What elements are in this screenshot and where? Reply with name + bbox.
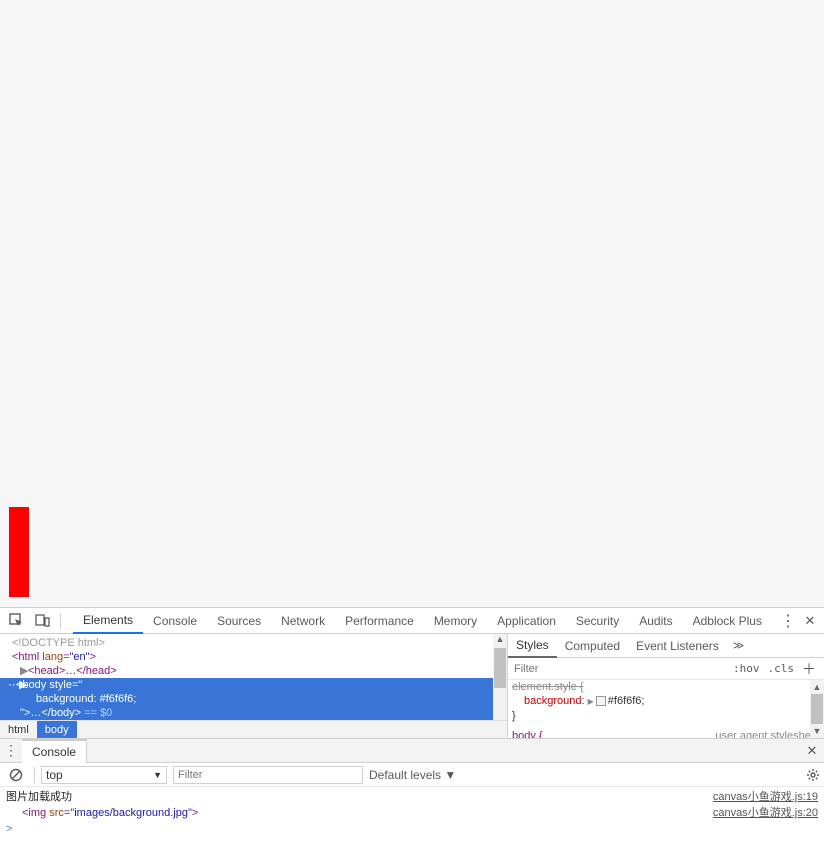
breadcrumb-html[interactable]: html bbox=[0, 721, 37, 738]
styles-tab-styles[interactable]: Styles bbox=[508, 634, 557, 658]
styles-tabs: Styles Computed Event Listeners ≫ bbox=[508, 634, 824, 658]
hov-toggle[interactable]: :hov bbox=[729, 662, 764, 675]
scroll-thumb[interactable] bbox=[494, 648, 506, 688]
dom-html[interactable]: <html lang="en"> bbox=[0, 650, 493, 664]
user-agent-rule: body { user agent stylesheet bbox=[508, 729, 824, 738]
styles-tab-computed[interactable]: Computed bbox=[557, 634, 628, 658]
scroll-down-icon[interactable]: ▼ bbox=[810, 724, 824, 738]
drawer-menu-icon[interactable]: ⋮ bbox=[0, 742, 22, 759]
divider bbox=[60, 613, 61, 629]
style-property[interactable]: background: ▶#f6f6f6; bbox=[508, 694, 824, 709]
console-body[interactable]: 图片加载成功 canvas小鱼游戏.js:19 <img src="images… bbox=[0, 787, 824, 860]
tab-memory[interactable]: Memory bbox=[424, 608, 487, 634]
dom-panel: <!DOCTYPE html> <html lang="en"> ▶<head>… bbox=[0, 634, 507, 738]
cls-toggle[interactable]: .cls bbox=[764, 662, 799, 675]
tab-adblock-plus[interactable]: Adblock Plus bbox=[683, 608, 772, 634]
styles-filterbar: :hov .cls ＋ bbox=[508, 658, 824, 680]
styles-panel: Styles Computed Event Listeners ≫ :hov .… bbox=[507, 634, 824, 738]
rule-selector[interactable]: element.style { bbox=[508, 680, 824, 694]
breadcrumb-body[interactable]: body bbox=[37, 721, 77, 738]
rule-close: } bbox=[508, 709, 824, 723]
scroll-track[interactable] bbox=[493, 648, 507, 724]
console-prompt[interactable]: > bbox=[6, 821, 818, 837]
devtools-tabbar: Elements Console Sources Network Perform… bbox=[0, 608, 824, 634]
drawer-tab-console[interactable]: Console bbox=[22, 739, 87, 763]
context-selector[interactable]: top▼ bbox=[41, 766, 167, 784]
styles-scrollbar[interactable]: ▲ ▼ bbox=[810, 680, 824, 738]
divider bbox=[34, 767, 35, 783]
tab-network[interactable]: Network bbox=[271, 608, 335, 634]
styles-filter-input[interactable] bbox=[512, 663, 729, 675]
scroll-up-icon[interactable]: ▲ bbox=[493, 634, 507, 648]
scroll-track[interactable] bbox=[810, 694, 824, 724]
close-devtools-icon[interactable]: ✕ bbox=[800, 613, 820, 629]
scroll-thumb[interactable] bbox=[811, 694, 823, 724]
source-link[interactable]: canvas小鱼游戏.js:20 bbox=[713, 805, 818, 821]
tab-performance[interactable]: Performance bbox=[335, 608, 424, 634]
devtools-tabs: Elements Console Sources Network Perform… bbox=[73, 608, 772, 634]
red-rectangle bbox=[9, 507, 29, 597]
device-toolbar-icon[interactable] bbox=[30, 609, 54, 633]
tab-console[interactable]: Console bbox=[143, 608, 207, 634]
tab-audits[interactable]: Audits bbox=[629, 608, 682, 634]
styles-body[interactable]: element.style { background: ▶#f6f6f6; } … bbox=[508, 680, 824, 738]
dom-body-close[interactable]: ">…</body> == $0 bbox=[0, 706, 493, 720]
scroll-up-icon[interactable]: ▲ bbox=[810, 680, 824, 694]
chevron-down-icon: ▼ bbox=[153, 770, 162, 780]
tab-security[interactable]: Security bbox=[566, 608, 629, 634]
console-drawer: ⋮ Console ✕ top▼ Default levels ▼ 图片加载成功… bbox=[0, 738, 824, 860]
tab-elements[interactable]: Elements bbox=[73, 608, 143, 634]
tab-sources[interactable]: Sources bbox=[207, 608, 271, 634]
inspect-element-icon[interactable] bbox=[4, 609, 28, 633]
panels-row: <!DOCTYPE html> <html lang="en"> ▶<head>… bbox=[0, 634, 824, 738]
color-swatch-icon[interactable] bbox=[596, 696, 606, 706]
dom-doctype[interactable]: <!DOCTYPE html> bbox=[0, 636, 493, 650]
page-viewport bbox=[0, 0, 824, 607]
console-message[interactable]: <img src="images/background.jpg"> canvas… bbox=[6, 805, 818, 821]
source-link[interactable]: canvas小鱼游戏.js:19 bbox=[713, 789, 818, 805]
console-message[interactable]: 图片加载成功 canvas小鱼游戏.js:19 bbox=[6, 789, 818, 805]
dom-body-selected[interactable]: ⋯▶<body style=" bbox=[0, 678, 493, 692]
tab-application[interactable]: Application bbox=[487, 608, 566, 634]
kebab-menu-icon[interactable]: ⋮ bbox=[778, 611, 798, 631]
new-style-rule-icon[interactable]: ＋ bbox=[798, 659, 820, 679]
dom-body-style-prop[interactable]: background: #f6f6f6; bbox=[0, 692, 493, 706]
console-filter-input[interactable] bbox=[173, 766, 363, 784]
dom-tree[interactable]: <!DOCTYPE html> <html lang="en"> ▶<head>… bbox=[0, 634, 493, 720]
styles-tabs-more-icon[interactable]: ≫ bbox=[727, 639, 751, 652]
log-levels-selector[interactable]: Default levels ▼ bbox=[369, 768, 456, 782]
devtools: Elements Console Sources Network Perform… bbox=[0, 607, 824, 860]
dom-head[interactable]: ▶<head>…</head> bbox=[0, 664, 493, 678]
clear-console-icon[interactable] bbox=[4, 763, 28, 787]
breadcrumb: html body bbox=[0, 720, 507, 738]
styles-tab-event-listeners[interactable]: Event Listeners bbox=[628, 634, 727, 658]
console-settings-icon[interactable] bbox=[806, 768, 820, 782]
console-toolbar: top▼ Default levels ▼ bbox=[0, 763, 824, 787]
drawer-close-icon[interactable]: ✕ bbox=[800, 743, 824, 759]
drawer-tabs: ⋮ Console ✕ bbox=[0, 739, 824, 763]
